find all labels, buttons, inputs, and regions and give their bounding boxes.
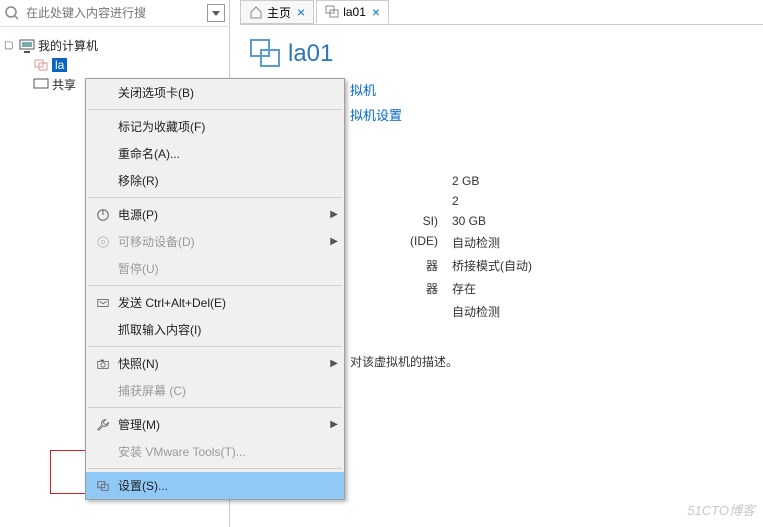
camera-icon (92, 356, 114, 372)
table-row: (IDE)自动检测 (356, 231, 757, 254)
menu-item[interactable]: 快照(N)▶ (86, 350, 344, 377)
menu-item[interactable]: 重命名(A)... (86, 140, 344, 167)
prop-table: 2 GB 2 SI)30 GB (IDE)自动检测 器桥接模式(自动) 器存在 … (356, 171, 757, 323)
menu-separator (88, 109, 342, 110)
tree-root[interactable]: ▢ 我的计算机 (4, 35, 225, 56)
chevron-right-icon: ▶ (330, 209, 338, 220)
menu-item[interactable]: 管理(M)▶ (86, 411, 344, 438)
chevron-right-icon: ▶ (330, 358, 338, 369)
menu-separator (88, 346, 342, 347)
menu-separator (88, 285, 342, 286)
menu-item[interactable]: 关闭选项卡(B) (86, 79, 344, 106)
blank-icon (92, 146, 114, 162)
send-icon (92, 295, 114, 311)
menu-separator (88, 407, 342, 408)
tree-selected-label: la (52, 58, 67, 72)
vm-header: la01 (246, 31, 757, 77)
blank-icon (92, 173, 114, 189)
menu-item[interactable]: 抓取输入内容(I) (86, 316, 344, 343)
menu-item: 可移动设备(D)▶ (86, 228, 344, 255)
search-row (0, 0, 229, 27)
table-row: 自动检测 (356, 300, 757, 323)
menu-label: 关闭选项卡(B) (118, 84, 338, 101)
menu-label: 管理(M) (118, 416, 330, 433)
search-input[interactable] (24, 2, 207, 24)
share-icon (33, 78, 49, 92)
menu-label: 设置(S)... (118, 477, 338, 494)
tab-close-icon[interactable]: × (372, 4, 380, 20)
menu-label: 电源(P) (118, 206, 330, 223)
table-row: 2 GB (356, 171, 757, 191)
tab-close-icon[interactable]: × (297, 4, 305, 20)
computer-icon (19, 39, 35, 53)
chevron-right-icon: ▶ (330, 419, 338, 430)
menu-item: 暂停(U) (86, 255, 344, 282)
tab-home-label: 主页 (267, 4, 291, 21)
vm-description: 对该虚拟机的描述。 (350, 353, 757, 370)
blank-icon (92, 383, 114, 399)
watermark: 51CTO博客 (687, 500, 755, 519)
menu-label: 抓取输入内容(I) (118, 321, 338, 338)
collapse-icon[interactable]: ▢ (4, 40, 16, 51)
vm-large-icon (248, 37, 282, 71)
table-row: 2 (356, 191, 757, 211)
menu-item: 捕获屏幕 (C) (86, 377, 344, 404)
tabs: 主页 × la01 × (240, 0, 391, 24)
menu-label: 暂停(U) (118, 260, 338, 277)
menu-label: 快照(N) (118, 355, 330, 372)
tab-home[interactable]: 主页 × (240, 0, 314, 24)
vm-links: 拟机 拟机设置 (350, 77, 757, 127)
power-icon (92, 207, 114, 223)
table-row: 器存在 (356, 277, 757, 300)
wrench-icon (92, 417, 114, 433)
link-settings[interactable]: 拟机设置 (350, 102, 757, 127)
vm-title: la01 (288, 40, 333, 68)
vm-tab-icon (325, 5, 339, 19)
vm-icon (33, 58, 49, 72)
chevron-right-icon: ▶ (330, 236, 338, 247)
menu-item[interactable]: 发送 Ctrl+Alt+Del(E) (86, 289, 344, 316)
tree-share-label: 共享 (52, 76, 76, 93)
search-icon (4, 5, 20, 21)
filter-dropdown[interactable] (207, 4, 225, 22)
home-icon (249, 5, 263, 19)
menu-label: 移除(R) (118, 172, 338, 189)
menu-item[interactable]: 电源(P)▶ (86, 201, 344, 228)
blank-icon (92, 322, 114, 338)
blank-icon (92, 261, 114, 277)
menu-item[interactable]: 标记为收藏项(F) (86, 113, 344, 140)
table-row: SI)30 GB (356, 211, 757, 231)
menu-separator (88, 197, 342, 198)
menu-label: 重命名(A)... (118, 145, 338, 162)
menu-item: 安装 VMware Tools(T)... (86, 438, 344, 465)
table-row: 器桥接模式(自动) (356, 254, 757, 277)
tree-item-selected[interactable]: la (30, 56, 225, 74)
link-power[interactable]: 拟机 (350, 77, 757, 102)
menu-item[interactable]: 设置(S)... (86, 472, 344, 499)
context-menu: 关闭选项卡(B)标记为收藏项(F)重命名(A)...移除(R)电源(P)▶可移动… (85, 78, 345, 500)
blank-icon (92, 85, 114, 101)
menu-item[interactable]: 移除(R) (86, 167, 344, 194)
tab-active-label: la01 (343, 5, 366, 19)
tree-root-label: 我的计算机 (38, 37, 98, 54)
menu-label: 捕获屏幕 (C) (118, 382, 338, 399)
settings-icon (92, 478, 114, 494)
menu-label: 标记为收藏项(F) (118, 118, 338, 135)
blank-icon (92, 444, 114, 460)
menu-separator (88, 468, 342, 469)
blank-icon (92, 119, 114, 135)
disc-icon (92, 234, 114, 250)
menu-label: 可移动设备(D) (118, 233, 330, 250)
menu-label: 发送 Ctrl+Alt+Del(E) (118, 294, 338, 311)
tab-active[interactable]: la01 × (316, 0, 389, 24)
menu-label: 安装 VMware Tools(T)... (118, 443, 338, 460)
